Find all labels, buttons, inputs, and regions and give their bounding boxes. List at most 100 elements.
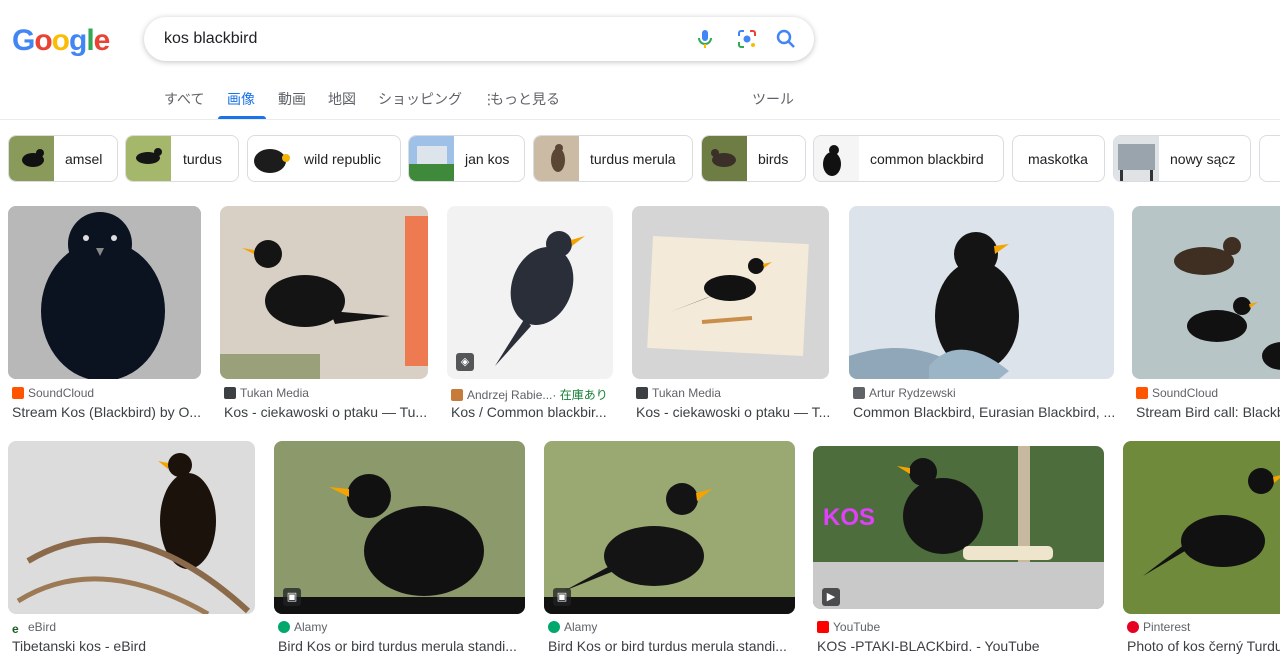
chip-label: jan kos bbox=[465, 151, 510, 167]
chip-thumbnail bbox=[1114, 136, 1159, 181]
result-title[interactable]: Bird Kos or bird turdus merula standi... bbox=[278, 638, 525, 654]
user-icon bbox=[853, 387, 865, 399]
result-image[interactable] bbox=[8, 441, 255, 614]
search-tabs: すべて 画像 動画 地図 ショッピング ⋮もっと見る ツール bbox=[0, 78, 1280, 120]
result-source: Pinterest bbox=[1127, 620, 1280, 634]
chip-label: amsel bbox=[65, 151, 103, 167]
result-image[interactable] bbox=[220, 206, 428, 379]
result-title[interactable]: Common Blackbird, Eurasian Blackbird, ..… bbox=[853, 404, 1114, 420]
soundcloud-icon bbox=[12, 387, 24, 399]
chip-label: common blackbird bbox=[870, 151, 984, 167]
tab-more[interactable]: ⋮もっと見る bbox=[482, 89, 560, 109]
result-image[interactable]: KOS ▶ bbox=[813, 446, 1104, 609]
result-title[interactable]: Kos - ciekawoski o ptaku — T... bbox=[636, 404, 829, 420]
chip-thumbnail bbox=[9, 136, 54, 181]
in-stock-badge: · 在庫あり bbox=[552, 388, 608, 402]
more-vert-icon: ⋮ bbox=[482, 91, 496, 107]
chip-nowy-sacz[interactable]: nowy sącz bbox=[1113, 135, 1251, 182]
search-icon[interactable] bbox=[774, 27, 798, 51]
chip-overflow[interactable] bbox=[1259, 135, 1280, 182]
alamy-icon bbox=[278, 621, 290, 633]
chip-label: wild republic bbox=[304, 151, 382, 167]
result-source-name: YouTube bbox=[833, 620, 881, 634]
tab-videos[interactable]: 動画 bbox=[278, 89, 306, 109]
result-source-name: SoundCloud bbox=[1152, 386, 1219, 400]
chip-thumbnail bbox=[248, 136, 293, 181]
result-title[interactable]: Kos - ciekawoski o ptaku — Tu... bbox=[224, 404, 428, 420]
tab-all[interactable]: すべて bbox=[164, 89, 204, 109]
chip-common-blackbird[interactable]: common blackbird bbox=[813, 135, 1004, 182]
tukan-icon bbox=[224, 387, 236, 399]
result-image[interactable] bbox=[632, 206, 829, 379]
tab-more-label: もっと見る bbox=[490, 91, 560, 107]
result-source-name: SoundCloud bbox=[28, 386, 95, 400]
result-source: Tukan Media bbox=[636, 386, 829, 400]
chip-thumbnail bbox=[126, 136, 171, 181]
pinterest-icon bbox=[1127, 621, 1139, 633]
result-title[interactable]: Tibetanski kos - eBird bbox=[12, 638, 255, 654]
result-image[interactable] bbox=[1123, 441, 1280, 614]
youtube-icon bbox=[817, 621, 829, 633]
tab-maps[interactable]: 地図 bbox=[328, 89, 356, 109]
tab-shopping[interactable]: ショッピング bbox=[378, 89, 462, 109]
chip-thumbnail bbox=[702, 136, 747, 181]
result-image[interactable]: ▣ bbox=[274, 441, 525, 614]
result-source: Artur Rydzewski bbox=[853, 386, 1114, 400]
active-tab-indicator bbox=[218, 116, 266, 119]
soundcloud-icon bbox=[1136, 387, 1148, 399]
alamy-icon bbox=[548, 621, 560, 633]
image-icon: ▣ bbox=[553, 588, 571, 606]
tukan-icon bbox=[636, 387, 648, 399]
chip-label: turdus merula bbox=[590, 151, 676, 167]
result-image[interactable]: ◈ bbox=[447, 206, 613, 379]
tag-icon: ◈ bbox=[456, 353, 474, 371]
result-title[interactable]: Stream Kos (Blackbird) by O... bbox=[12, 404, 202, 420]
result-title[interactable]: Stream Bird call: Blackb bbox=[1136, 404, 1280, 420]
result-source: YouTube bbox=[817, 620, 1104, 634]
chip-label: maskotka bbox=[1028, 151, 1088, 167]
image-icon: ▣ bbox=[283, 588, 301, 606]
chip-birds[interactable]: birds bbox=[701, 135, 806, 182]
chip-thumbnail bbox=[814, 136, 859, 181]
google-logo[interactable]: Google bbox=[12, 24, 110, 58]
result-title[interactable]: Kos / Common blackbir... bbox=[451, 404, 611, 420]
chip-wild-republic[interactable]: wild republic bbox=[247, 135, 401, 182]
chip-label: birds bbox=[758, 151, 789, 167]
mic-icon[interactable] bbox=[693, 27, 717, 51]
result-source: Tukan Media bbox=[224, 386, 428, 400]
result-source-name: Tukan Media bbox=[652, 386, 721, 400]
result-title[interactable]: Bird Kos or bird turdus merula standi... bbox=[548, 638, 795, 654]
chip-jan-kos[interactable]: jan kos bbox=[408, 135, 525, 182]
chip-label: turdus bbox=[183, 151, 222, 167]
result-source: Alamy bbox=[278, 620, 525, 634]
chip-amsel[interactable]: amsel bbox=[8, 135, 118, 182]
tab-tools[interactable]: ツール bbox=[752, 89, 794, 109]
search-input[interactable]: kos blackbird bbox=[164, 30, 257, 48]
result-source-name: Artur Rydzewski bbox=[869, 386, 956, 400]
chip-turdus[interactable]: turdus bbox=[125, 135, 239, 182]
play-icon: ▶ bbox=[822, 588, 840, 606]
result-source-name: Alamy bbox=[564, 620, 598, 634]
result-source-name: eBird bbox=[28, 620, 57, 634]
result-source-name: Tukan Media bbox=[240, 386, 309, 400]
result-source: SoundCloud bbox=[12, 386, 202, 400]
result-source: SoundCloud bbox=[1136, 386, 1280, 400]
result-image[interactable]: ▣ bbox=[544, 441, 795, 614]
video-overlay-text: KOS bbox=[823, 504, 876, 531]
result-source-name: Pinterest bbox=[1143, 620, 1191, 634]
result-image[interactable] bbox=[849, 206, 1114, 379]
result-source: Andrzej Rabie...· 在庫あり bbox=[451, 386, 616, 403]
result-source-name: Andrzej Rabie... bbox=[467, 388, 553, 402]
result-title[interactable]: Photo of kos černý Turdu bbox=[1127, 638, 1280, 654]
chip-turdus-merula[interactable]: turdus merula bbox=[533, 135, 693, 182]
lens-icon[interactable] bbox=[735, 27, 759, 51]
ebird-icon: e bbox=[12, 622, 19, 635]
result-image[interactable] bbox=[8, 206, 201, 379]
tab-images[interactable]: 画像 bbox=[227, 89, 255, 109]
search-box[interactable]: kos blackbird bbox=[144, 17, 814, 61]
result-source: e eBird bbox=[12, 620, 255, 635]
result-image[interactable] bbox=[1132, 206, 1280, 379]
chip-maskotka[interactable]: maskotka bbox=[1012, 135, 1105, 182]
site-icon bbox=[451, 389, 463, 401]
result-title[interactable]: KOS -PTAKI-BLACKbird. - YouTube bbox=[817, 638, 1104, 654]
